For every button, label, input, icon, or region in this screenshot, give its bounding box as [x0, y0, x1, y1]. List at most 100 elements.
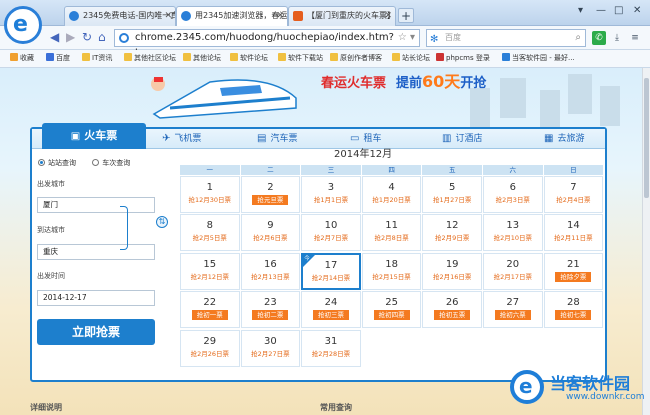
- star-icon[interactable]: ☆ ▾: [398, 30, 415, 46]
- phone-icon[interactable]: ✆: [592, 31, 606, 45]
- day-number: 5: [449, 182, 456, 193]
- download-icon[interactable]: ⤓: [610, 31, 624, 45]
- from-city-input[interactable]: 厦门: [37, 197, 155, 213]
- home-icon[interactable]: ⌂: [98, 30, 106, 44]
- address-bar[interactable]: chrome.2345.com/huodong/huochepiao/index…: [114, 29, 420, 59]
- tab-bus[interactable]: ▤ 汽车票: [257, 129, 297, 149]
- folder-icon: [183, 53, 191, 61]
- tab-train[interactable]: ▣ 火车票: [42, 123, 146, 149]
- maximize-icon[interactable]: □: [614, 5, 623, 16]
- calendar-day[interactable]: 14 抢2月11日票: [543, 214, 604, 252]
- calendar-day[interactable]: 23 抢初二票: [240, 291, 301, 329]
- calendar-day[interactable]: 31 抢2月28日票: [301, 329, 361, 367]
- weekday-header: 二: [240, 165, 301, 175]
- calendar-day[interactable]: 4 抢1月20日票: [361, 176, 422, 213]
- calendar-day[interactable]: 1 抢12月30日票: [180, 176, 240, 213]
- grab-ticket-button[interactable]: 立即抢票: [37, 319, 155, 345]
- calendar-day[interactable]: 22 抢初一票: [180, 291, 240, 329]
- holiday-ticket-tag: 抢初一票: [191, 310, 228, 321]
- bookmark-item[interactable]: 其他社区论坛: [124, 50, 176, 67]
- radio-icon: [92, 159, 100, 166]
- calendar-day[interactable]: 12 抢2月9日票: [422, 214, 482, 252]
- calendar-day[interactable]: 30 抢2月27日票: [240, 329, 301, 367]
- to-city-input[interactable]: 重庆: [37, 244, 155, 260]
- calendar-day[interactable]: 9 抢2月6日票: [240, 214, 301, 252]
- bookmark-item[interactable]: 其他论坛: [183, 50, 221, 67]
- day-number: 13: [506, 220, 520, 232]
- calendar-day[interactable]: 13 抢2月10日票: [483, 214, 543, 252]
- bookmark-item[interactable]: 百度: [46, 50, 70, 67]
- day-number: 6: [509, 182, 516, 193]
- calendar-day[interactable]: 20 抢2月17日票: [483, 252, 543, 290]
- calendar-day[interactable]: 19 抢2月16日票: [422, 252, 482, 290]
- radio-train-query[interactable]: 车次查询: [92, 159, 130, 167]
- ticket-date-label: 抢2月17日票: [493, 272, 532, 281]
- bookmark-item[interactable]: 收藏: [10, 50, 34, 67]
- calendar-day[interactable]: 24 抢初三票: [301, 291, 361, 329]
- close-icon[interactable]: ✕: [164, 7, 172, 25]
- ticket-date-label: 抢2月6日票: [253, 234, 288, 243]
- close-window-icon[interactable]: ✕: [633, 5, 641, 16]
- menu-icon[interactable]: ▾: [578, 5, 583, 16]
- scrollbar[interactable]: [642, 68, 650, 415]
- bookmark-item[interactable]: phpcms 登录: [436, 50, 490, 67]
- calendar-day[interactable]: 11 抢2月8日票: [361, 214, 422, 252]
- minimize-icon[interactable]: —: [596, 5, 606, 16]
- calendar-day[interactable]: 5 抢1月27日票: [422, 176, 482, 213]
- new-tab-button[interactable]: +: [398, 8, 414, 23]
- bookmark-item[interactable]: 软件论坛: [230, 50, 268, 67]
- tab-hotel[interactable]: ▥ 订酒店: [442, 129, 482, 149]
- day-number: 3: [327, 182, 335, 193]
- calendar-day[interactable]: 6 抢2月3日票: [483, 176, 543, 213]
- browser-logo[interactable]: e: [4, 6, 42, 44]
- refresh-icon[interactable]: ↻: [82, 30, 92, 44]
- radio-icon: [38, 159, 45, 166]
- bookmark-item[interactable]: 站长论坛: [392, 50, 430, 67]
- date-input[interactable]: 2014-12-17: [37, 290, 155, 306]
- search-input[interactable]: ✻ 百度 ⌕: [426, 29, 586, 47]
- details-heading: 详细说明: [30, 403, 62, 412]
- bookmark-item[interactable]: 当客软件园 - 最好...: [502, 50, 575, 67]
- radio-station-query[interactable]: 站站查询: [38, 159, 76, 167]
- tab-travel[interactable]: ▦ 去旅游: [544, 129, 584, 149]
- calendar-day[interactable]: 16 抢2月13日票: [240, 252, 301, 290]
- calendar-day[interactable]: 25 抢初四票: [361, 291, 422, 329]
- menu-lines-icon[interactable]: ≡: [628, 31, 642, 45]
- weekday-header: 四: [361, 165, 422, 175]
- calendar-day[interactable]: 7 抢2月4日票: [543, 176, 604, 213]
- plane-icon: ✈: [162, 133, 171, 144]
- day-number: 21: [567, 258, 580, 270]
- scrollbar-thumb[interactable]: [644, 78, 649, 198]
- calendar-day[interactable]: 15 抢2月12日票: [180, 252, 240, 290]
- back-icon[interactable]: ◀: [50, 30, 59, 44]
- tab-flight[interactable]: ✈ 飞机票: [162, 129, 201, 149]
- day-number: 26: [445, 297, 459, 309]
- baidu-icon: [46, 53, 54, 61]
- search-icon[interactable]: ⌕: [575, 30, 581, 46]
- today-badge-label: 今: [304, 255, 310, 262]
- swap-icon[interactable]: ⇅: [156, 216, 168, 228]
- calendar-day[interactable]: 2 抢元旦票: [240, 176, 301, 213]
- calendar-day[interactable]: 10 抢2月7日票: [301, 214, 361, 252]
- calendar-day[interactable]: 今 17 抢2月14日票: [301, 252, 361, 290]
- calendar-day[interactable]: 28 抢初七票: [543, 291, 604, 329]
- day-number: 30: [264, 335, 277, 347]
- calendar-day[interactable]: 3 抢1月1日票: [301, 176, 361, 213]
- calendar-day[interactable]: 18 抢2月15日票: [361, 252, 422, 290]
- bookmark-item[interactable]: IT资讯: [82, 50, 112, 67]
- browser-tab-1[interactable]: 2345免费电话-国内唯一真正 ✕: [64, 6, 176, 26]
- nav-toolbar: ◀ ▶ ↻ ⌂ chrome.2345.com/huodong/huochepi…: [0, 26, 650, 59]
- forward-icon[interactable]: ▶: [66, 30, 75, 44]
- bookmark-item[interactable]: 原创作者博客: [330, 50, 382, 67]
- calendar-day[interactable]: 21 抢除夕票: [543, 252, 604, 290]
- browser-tab-2[interactable]: 用2345加速浏览器，春运火 ✕: [176, 6, 288, 26]
- calendar-day[interactable]: 26 抢初五票: [422, 291, 482, 329]
- bookmark-item[interactable]: 软件下载站: [278, 50, 323, 67]
- close-icon[interactable]: ✕: [276, 7, 284, 25]
- calendar-day[interactable]: 27 抢初六票: [483, 291, 543, 329]
- calendar-day[interactable]: 29 抢2月26日票: [180, 329, 240, 367]
- day-number: 12: [445, 220, 459, 232]
- close-icon[interactable]: ✕: [384, 7, 392, 25]
- calendar-day[interactable]: 8 抢2月5日票: [180, 214, 240, 252]
- browser-tab-3[interactable]: 【厦门到重庆的火车票】重 ✕: [288, 6, 396, 26]
